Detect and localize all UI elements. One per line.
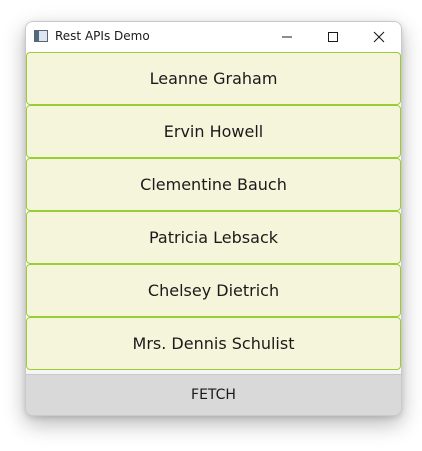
list-item[interactable]: Chelsey Dietrich	[26, 264, 401, 317]
minimize-button[interactable]	[264, 22, 310, 52]
user-list: Leanne Graham Ervin Howell Clementine Ba…	[26, 52, 401, 370]
list-item[interactable]: Patricia Lebsack	[26, 211, 401, 264]
maximize-icon	[328, 32, 338, 42]
list-item[interactable]: Mrs. Dennis Schulist	[26, 317, 401, 370]
list-item-label: Leanne Graham	[149, 69, 278, 88]
list-item-label: Patricia Lebsack	[149, 228, 278, 247]
window-title: Rest APIs Demo	[55, 29, 150, 43]
list-item-label: Ervin Howell	[163, 122, 264, 141]
list-item[interactable]: Clementine Bauch	[26, 158, 401, 211]
list-item-label: Chelsey Dietrich	[147, 281, 280, 300]
list-item-label: Clementine Bauch	[140, 175, 287, 194]
app-icon	[34, 30, 48, 42]
app-window: Rest APIs Demo Leanne Graham Ervin Howel…	[25, 21, 402, 416]
close-button[interactable]	[356, 22, 401, 52]
close-icon	[373, 31, 385, 43]
list-item[interactable]: Ervin Howell	[26, 105, 401, 158]
fetch-button[interactable]: FETCH	[26, 374, 401, 415]
minimize-icon	[282, 36, 292, 38]
maximize-button[interactable]	[310, 22, 356, 52]
list-item[interactable]: Leanne Graham	[26, 52, 401, 105]
title-bar[interactable]: Rest APIs Demo	[26, 22, 401, 52]
list-item-label: Mrs. Dennis Schulist	[132, 334, 295, 353]
